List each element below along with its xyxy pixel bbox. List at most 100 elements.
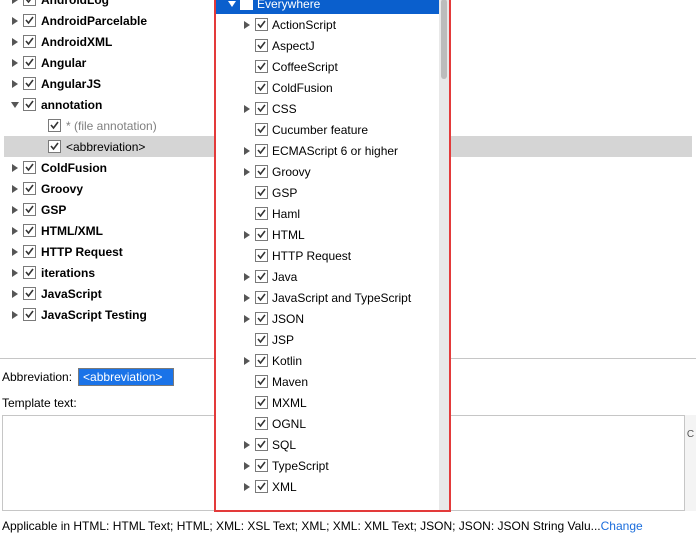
- chevron-right-icon[interactable]: [241, 481, 253, 493]
- checkbox[interactable]: [255, 417, 268, 430]
- chevron-right-icon[interactable]: [9, 309, 21, 321]
- popup-row[interactable]: JavaScript and TypeScript: [216, 287, 449, 308]
- chevron-right-icon[interactable]: [9, 246, 21, 258]
- checkbox[interactable]: [48, 140, 61, 153]
- checkbox[interactable]: [23, 245, 36, 258]
- checkbox[interactable]: [255, 459, 268, 472]
- popup-row[interactable]: Groovy: [216, 161, 449, 182]
- checkbox[interactable]: [255, 396, 268, 409]
- checkbox[interactable]: [255, 228, 268, 241]
- checkbox[interactable]: [23, 0, 36, 6]
- popup-row[interactable]: JSP: [216, 329, 449, 350]
- chevron-right-icon[interactable]: [9, 78, 21, 90]
- chevron-right-icon[interactable]: [241, 19, 253, 31]
- chevron-down-icon[interactable]: [226, 0, 238, 10]
- chevron-right-icon[interactable]: [9, 0, 21, 6]
- popup-row[interactable]: CSS: [216, 98, 449, 119]
- popup-header-row[interactable]: Everywhere: [216, 0, 449, 14]
- popup-scrollbar-thumb[interactable]: [441, 0, 447, 79]
- chevron-right-icon[interactable]: [9, 288, 21, 300]
- chevron-right-icon[interactable]: [241, 145, 253, 157]
- popup-row[interactable]: XML: [216, 476, 449, 497]
- popup-row[interactable]: Cucumber feature: [216, 119, 449, 140]
- tree-item-label: AndroidLog: [38, 0, 109, 7]
- checkbox[interactable]: [255, 207, 268, 220]
- checkbox[interactable]: [255, 333, 268, 346]
- popup-row[interactable]: Java: [216, 266, 449, 287]
- chevron-right-icon[interactable]: [9, 162, 21, 174]
- popup-item-label: JSON: [270, 312, 304, 326]
- popup-row[interactable]: ECMAScript 6 or higher: [216, 140, 449, 161]
- popup-row[interactable]: Haml: [216, 203, 449, 224]
- popup-row[interactable]: MXML: [216, 392, 449, 413]
- popup-row[interactable]: Kotlin: [216, 350, 449, 371]
- chevron-right-icon[interactable]: [241, 313, 253, 325]
- popup-row[interactable]: HTTP Request: [216, 245, 449, 266]
- popup-row[interactable]: JSON: [216, 308, 449, 329]
- chevron-right-icon[interactable]: [241, 460, 253, 472]
- checkbox[interactable]: [255, 186, 268, 199]
- chevron-right-icon[interactable]: [241, 439, 253, 451]
- checkbox[interactable]: [23, 77, 36, 90]
- checkbox[interactable]: [23, 224, 36, 237]
- checkbox[interactable]: [23, 203, 36, 216]
- chevron-right-icon[interactable]: [9, 267, 21, 279]
- checkbox[interactable]: [255, 270, 268, 283]
- checkbox[interactable]: [23, 35, 36, 48]
- chevron-right-icon[interactable]: [241, 103, 253, 115]
- checkbox[interactable]: [255, 354, 268, 367]
- chevron-right-icon[interactable]: [9, 183, 21, 195]
- chevron-right-icon[interactable]: [241, 271, 253, 283]
- change-link[interactable]: Change: [601, 519, 643, 533]
- checkbox[interactable]: [255, 102, 268, 115]
- popup-scrollbar[interactable]: [439, 0, 449, 512]
- popup-row[interactable]: HTML: [216, 224, 449, 245]
- popup-row[interactable]: TypeScript: [216, 455, 449, 476]
- chevron-right-icon[interactable]: [241, 166, 253, 178]
- checkbox[interactable]: [23, 308, 36, 321]
- chevron-right-icon[interactable]: [241, 292, 253, 304]
- popup-row[interactable]: SQL: [216, 434, 449, 455]
- checkbox[interactable]: [255, 291, 268, 304]
- chevron-down-icon[interactable]: [9, 99, 21, 111]
- chevron-right-icon[interactable]: [9, 36, 21, 48]
- checkbox[interactable]: [255, 60, 268, 73]
- popup-row[interactable]: ActionScript: [216, 14, 449, 35]
- chevron-right-icon[interactable]: [9, 57, 21, 69]
- popup-row[interactable]: Maven: [216, 371, 449, 392]
- checkbox[interactable]: [23, 266, 36, 279]
- chevron-right-icon[interactable]: [9, 204, 21, 216]
- right-toolbar-strip[interactable]: C: [684, 415, 696, 511]
- abbreviation-input[interactable]: <abbreviation>: [78, 368, 174, 386]
- checkbox[interactable]: [23, 98, 36, 111]
- checkbox[interactable]: [255, 375, 268, 388]
- checkbox[interactable]: [48, 119, 61, 132]
- popup-row[interactable]: ColdFusion: [216, 77, 449, 98]
- checkbox[interactable]: [23, 56, 36, 69]
- popup-row[interactable]: OGNL: [216, 413, 449, 434]
- chevron-right-icon[interactable]: [241, 355, 253, 367]
- checkbox[interactable]: [23, 287, 36, 300]
- checkbox[interactable]: [23, 182, 36, 195]
- chevron-right-icon[interactable]: [241, 229, 253, 241]
- popup-row[interactable]: CoffeeScript: [216, 56, 449, 77]
- checkbox[interactable]: [255, 480, 268, 493]
- chevron-right-icon[interactable]: [9, 15, 21, 27]
- checkbox[interactable]: [255, 312, 268, 325]
- popup-row[interactable]: AspectJ: [216, 35, 449, 56]
- checkbox[interactable]: [255, 249, 268, 262]
- checkbox[interactable]: [255, 81, 268, 94]
- popup-row[interactable]: GSP: [216, 182, 449, 203]
- popup-item-label: JavaScript and TypeScript: [270, 291, 411, 305]
- checkbox[interactable]: [23, 14, 36, 27]
- checkbox[interactable]: [255, 438, 268, 451]
- checkbox[interactable]: [255, 18, 268, 31]
- checkbox[interactable]: [255, 165, 268, 178]
- chevron-right-icon[interactable]: [9, 225, 21, 237]
- checkbox[interactable]: [240, 0, 253, 10]
- checkbox[interactable]: [23, 161, 36, 174]
- checkbox[interactable]: [255, 123, 268, 136]
- checkbox[interactable]: [255, 39, 268, 52]
- checkbox[interactable]: [255, 144, 268, 157]
- contexts-popup-list[interactable]: EverywhereActionScriptAspectJCoffeeScrip…: [216, 0, 449, 510]
